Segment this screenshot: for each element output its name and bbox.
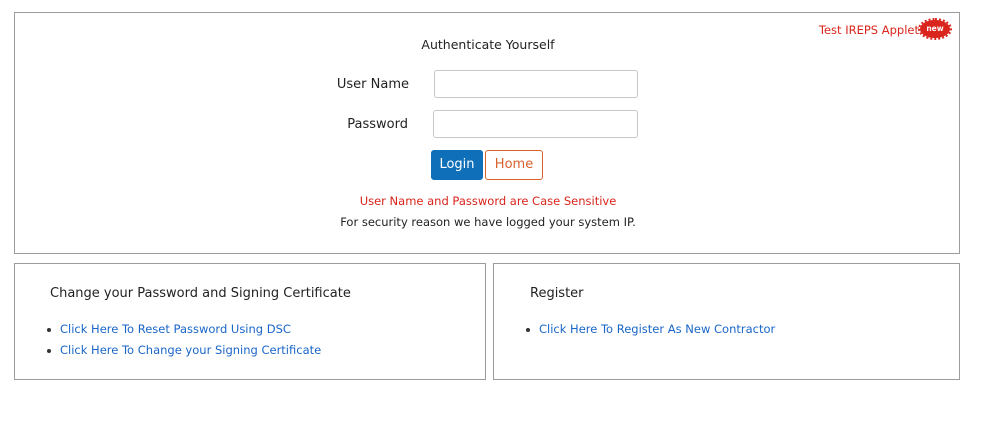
list-item: Click Here To Change your Signing Certif… (45, 340, 321, 361)
username-input[interactable] (434, 70, 638, 98)
bullet-icon (47, 328, 51, 332)
password-certificate-panel: Change your Password and Signing Certifi… (14, 263, 486, 380)
case-sensitive-note: User Name and Password are Case Sensitiv… (359, 194, 617, 208)
password-section-title: Change your Password and Signing Certifi… (50, 286, 351, 301)
bullet-icon (526, 328, 530, 332)
list-item: Click Here To Register As New Contractor (524, 319, 775, 340)
password-links-list: Click Here To Reset Password Using DSC C… (45, 319, 321, 361)
login-button[interactable]: Login (431, 150, 483, 180)
reset-password-dsc-link[interactable]: Click Here To Reset Password Using DSC (60, 322, 291, 336)
list-item: Click Here To Reset Password Using DSC (45, 319, 321, 340)
register-panel: Register Click Here To Register As New C… (493, 263, 960, 380)
page-title: Authenticate Yourself (421, 37, 555, 52)
ip-logged-note: For security reason we have logged your … (340, 215, 636, 229)
test-applet-link[interactable]: Test IREPS Applet (819, 23, 919, 37)
new-badge-icon: new (918, 18, 952, 40)
register-contractor-link[interactable]: Click Here To Register As New Contractor (539, 322, 775, 336)
register-section-title: Register (530, 286, 584, 301)
authentication-panel: Test IREPS Applet new Authenticate Yours… (14, 12, 960, 254)
bullet-icon (47, 349, 51, 353)
home-button[interactable]: Home (485, 150, 543, 180)
change-signing-certificate-link[interactable]: Click Here To Change your Signing Certif… (60, 343, 321, 357)
password-label: Password (347, 117, 408, 132)
register-links-list: Click Here To Register As New Contractor (524, 319, 775, 340)
password-input[interactable] (433, 110, 638, 138)
username-label: User Name (336, 77, 409, 92)
